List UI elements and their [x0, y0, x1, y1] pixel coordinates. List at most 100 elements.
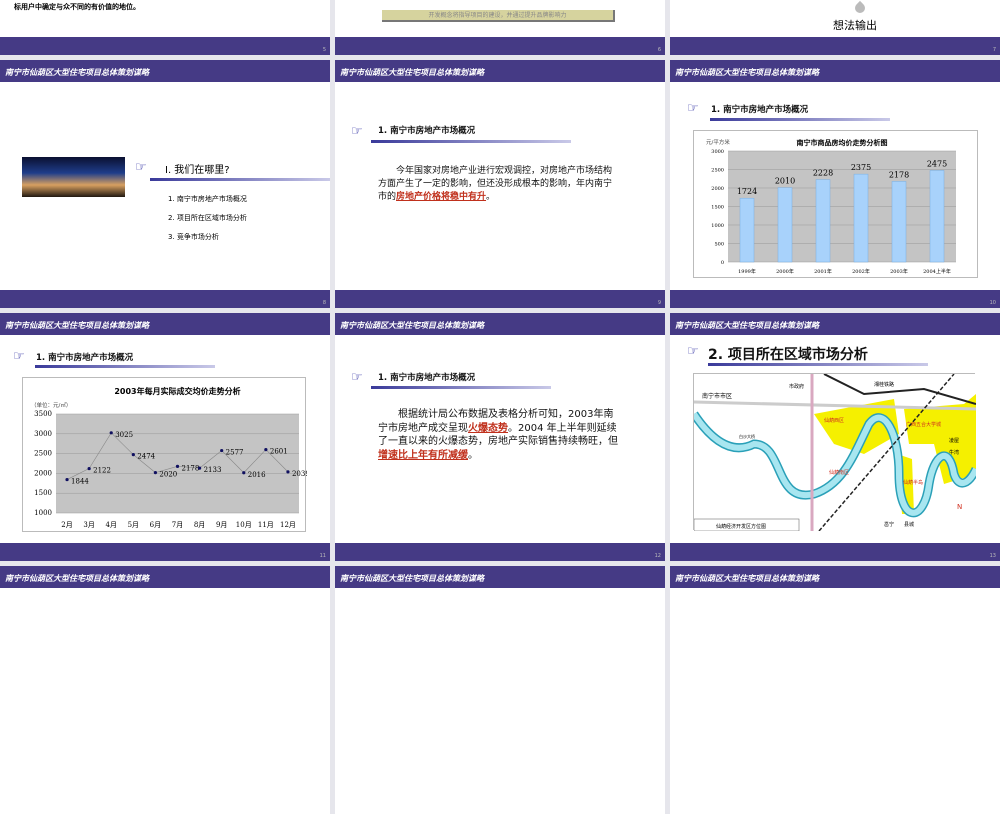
bar-chart-box: 南宁市商品房均价走势分析图 元/平方米 0 500 1000 1500 2000 2500 30…	[693, 130, 978, 278]
bar	[739, 197, 755, 263]
slide-number: 7	[992, 47, 996, 53]
concept-box: 开发概念将指导项目的建设，并通过提升品牌影响力	[382, 10, 615, 22]
data-label: 2122	[93, 467, 111, 475]
pointing-hand-icon: ☞	[687, 101, 699, 116]
map-label-city: 南宁市市区	[702, 392, 732, 400]
section-heading: 1. 南宁市房地产市场概况	[378, 373, 476, 383]
data-label: 2375	[851, 163, 871, 172]
slide-16[interactable]: 南宁市仙葫区大型住宅项目总体策划谋略	[670, 566, 1000, 814]
north-arrow-icon: N	[957, 503, 962, 511]
pointing-hand-icon: ☞	[351, 124, 363, 139]
location-map[interactable]: 南宁市市区 市政府 湘桂铁路 仙葫西区 仙葫南区 广西五合大学城 凌屋 牛湾 仙…	[690, 373, 981, 532]
x-tick-label: 2003年	[890, 268, 908, 275]
slide-14[interactable]: 南宁市仙葫区大型住宅项目总体策划谋略	[0, 566, 330, 814]
bar-chart: 南宁市商品房均价走势分析图 元/平方米 0 500 1000 1500 2000 2500 30…	[706, 138, 956, 275]
bar	[853, 173, 869, 263]
x-tick-label: 2月	[61, 521, 72, 529]
pointing-hand-icon: ☞	[687, 344, 699, 359]
highlight-text: 房地产价格将稳中有升	[396, 192, 487, 202]
y-tick-label: 2500	[34, 450, 52, 458]
slide-12[interactable]: 南宁市仙葫区大型住宅项目总体策划谋略 ☞ 1. 南宁市房地产市场概况 根据统计局…	[335, 313, 665, 561]
slide-header: 南宁市仙葫区大型住宅项目总体策划谋略	[670, 566, 1000, 588]
body-paragraph: 今年国家对房地产业进行宏观调控，对房地产市场结构方面产生了一定的影响，但还没形成…	[378, 165, 618, 204]
data-point	[242, 471, 246, 475]
map-label-niuwan: 牛湾	[949, 449, 959, 456]
x-tick-label: 3月	[83, 521, 94, 529]
slide-8[interactable]: 南宁市仙葫区大型住宅项目总体策划谋略 ☞ Ⅰ. 我们在哪里? 1. 南宁市房地产…	[0, 60, 330, 308]
body-paragraph: 根据统计局公布数据及表格分析可知，2003年南宁市房地产成交呈现火爆态势。200…	[378, 408, 618, 462]
data-point	[87, 466, 91, 471]
night-city-photo	[22, 157, 125, 197]
slide-6[interactable]: 开发概念将指导项目的建设，并通过提升品牌影响力 6	[335, 0, 665, 55]
data-point	[175, 464, 180, 468]
map-label-peninsula: 仙葫半岛	[903, 479, 923, 486]
section-heading: 2. 项目所在区域市场分析	[708, 347, 868, 363]
data-label: 3025	[115, 431, 133, 439]
data-label: 1724	[737, 187, 757, 196]
heading-underline	[710, 118, 890, 121]
bar	[891, 181, 907, 263]
slide-13[interactable]: 南宁市仙葫区大型住宅项目总体策划谋略 ☞ 2. 项目所在区域市场分析 南宁市市区…	[670, 313, 1000, 561]
agenda-item: 2. 项目所在区域市场分析	[168, 214, 247, 222]
y-tick-label: 3000	[711, 149, 724, 155]
x-tick-label: 2002年	[852, 268, 870, 275]
slide-footer: 9	[335, 290, 665, 308]
section-heading: 1. 南宁市房地产市场概况	[36, 353, 134, 363]
slide-header: 南宁市仙葫区大型住宅项目总体策划谋略	[335, 60, 665, 82]
slide-10[interactable]: 南宁市仙葫区大型住宅项目总体策划谋略 ☞ 1. 南宁市房地产市场概况 南宁市商品…	[670, 60, 1000, 308]
data-label: 2020	[159, 471, 177, 479]
slide-header: 南宁市仙葫区大型住宅项目总体策划谋略	[0, 313, 330, 335]
map-graphic: 南宁市市区 市政府 湘桂铁路 仙葫西区 仙葫南区 广西五合大学城 凌屋 牛湾 仙…	[690, 373, 981, 532]
y-tick-label: 1500	[711, 205, 724, 211]
slide-header: 南宁市仙葫区大型住宅项目总体策划谋略	[0, 566, 330, 588]
x-tick-label: 4月	[105, 521, 116, 529]
x-tick-label: 7月	[172, 521, 183, 529]
data-label: 2601	[270, 448, 288, 456]
y-tick-label: 2000	[711, 186, 724, 192]
data-label: 2228	[813, 169, 833, 178]
slide-text: 标用户中确定与众不同的有价值的地位。	[14, 3, 140, 11]
bar	[777, 187, 793, 263]
data-point	[264, 448, 268, 452]
slide-5[interactable]: 标用户中确定与众不同的有价值的地位。 5	[0, 0, 330, 55]
pointing-hand-icon: ☞	[13, 349, 25, 364]
data-point	[153, 471, 158, 475]
y-tick-label: 2500	[711, 168, 724, 174]
map-label-yongning: 邕宁	[884, 521, 894, 528]
x-tick-label: 2001年	[814, 268, 832, 275]
highlight-text: 火爆态势	[468, 422, 508, 434]
bar	[815, 179, 831, 263]
slide-11[interactable]: 南宁市仙葫区大型住宅项目总体策划谋略 ☞ 1. 南宁市房地产市场概况 2003年…	[0, 313, 330, 561]
x-tick-label: 2004上半年	[923, 268, 951, 275]
heading-underline	[371, 140, 571, 143]
slide-footer: 12	[335, 543, 665, 561]
slide-text: 想法输出	[833, 19, 877, 32]
slide-footer: 7	[670, 37, 1000, 55]
data-label: 2039	[292, 470, 307, 478]
data-point	[197, 466, 202, 470]
slide-footer: 13	[670, 543, 1000, 561]
agenda-item: 3. 竞争市场分析	[168, 233, 219, 241]
x-tick-label: 10月	[236, 521, 252, 529]
data-point	[286, 470, 290, 474]
slide-7[interactable]: 想法输出 7	[670, 0, 1000, 55]
line-chart: 2003年每月实际成交均价走势分析 （单位：元/㎡） 1000 1500 2000 250…	[31, 386, 310, 529]
y-tick-label: 1000	[34, 509, 52, 517]
title-underline	[150, 178, 330, 181]
pointing-hand-icon: ☞	[135, 160, 147, 175]
map-label-xianhu-south: 仙葫南区	[829, 469, 849, 476]
x-tick-label: 1999年	[738, 268, 756, 275]
slide-15[interactable]: 南宁市仙葫区大型住宅项目总体策划谋略	[335, 566, 665, 814]
bar	[929, 170, 945, 263]
slide-header: 南宁市仙葫区大型住宅项目总体策划谋略	[670, 60, 1000, 82]
data-label: 2016	[248, 471, 266, 479]
data-label: 2474	[137, 453, 155, 461]
slide-9[interactable]: 南宁市仙葫区大型住宅项目总体策划谋略 ☞ 1. 南宁市房地产市场概况 今年国家对…	[335, 60, 665, 308]
map-label-gov: 市政府	[789, 383, 804, 390]
map-label-county: 县城	[904, 521, 914, 528]
slide-header: 南宁市仙葫区大型住宅项目总体策划谋略	[335, 313, 665, 335]
agenda-item: 1. 南宁市房地产市场概况	[168, 195, 247, 203]
slide-number: 13	[989, 553, 996, 559]
paragraph-text: 。	[486, 192, 496, 202]
y-tick-label: 2000	[34, 469, 52, 477]
